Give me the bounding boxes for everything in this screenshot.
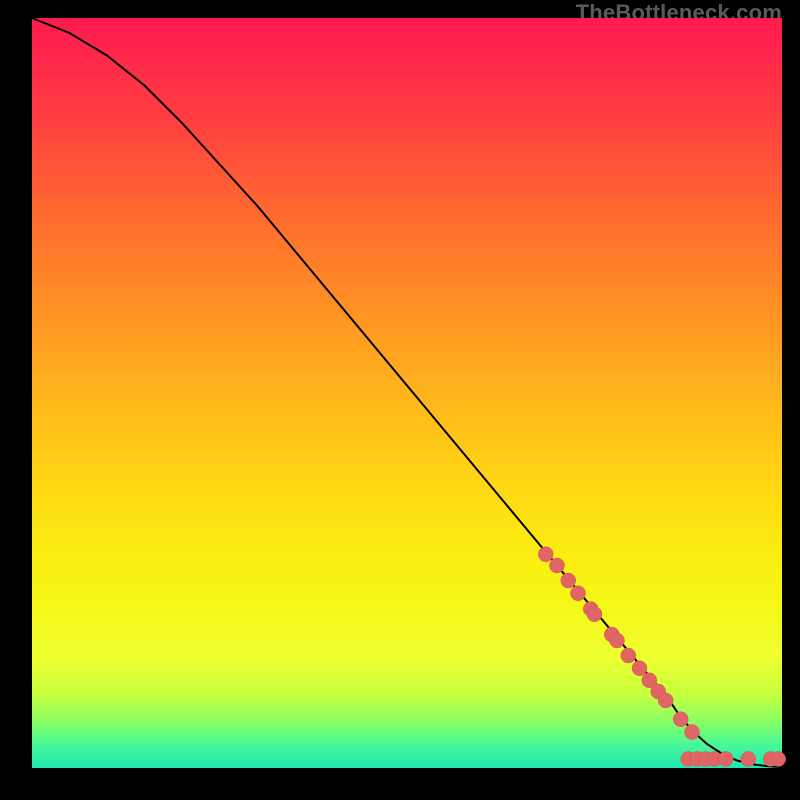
chart-markers-group (538, 547, 786, 767)
chart-marker (658, 693, 673, 708)
chart-marker (621, 648, 636, 663)
chart-marker (550, 558, 565, 573)
chart-marker (685, 725, 700, 740)
chart-marker (771, 752, 786, 767)
chart-marker (538, 547, 553, 562)
chart-marker (561, 573, 576, 588)
chart-plot-area (32, 18, 782, 768)
chart-curve (32, 18, 782, 767)
chart-overlay-svg (32, 18, 782, 768)
chart-marker (718, 752, 733, 767)
chart-marker (673, 712, 688, 727)
chart-marker (610, 633, 625, 648)
chart-marker (587, 607, 602, 622)
stage: TheBottleneck.com (0, 0, 800, 800)
chart-marker (741, 752, 756, 767)
chart-marker (632, 661, 647, 676)
chart-marker (571, 586, 586, 601)
